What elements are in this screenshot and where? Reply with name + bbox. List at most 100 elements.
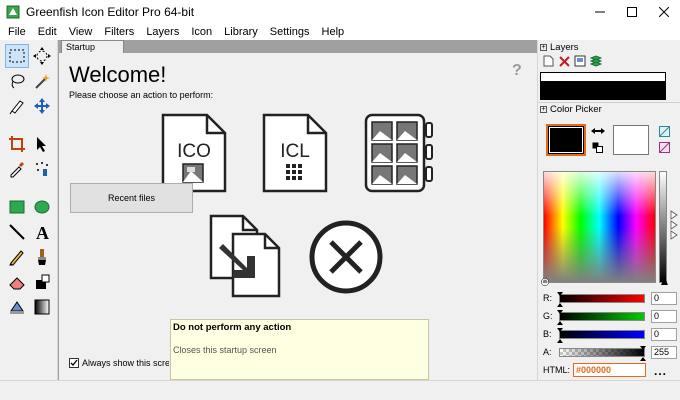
new-layer-button[interactable] — [542, 55, 554, 67]
brush-icon — [38, 249, 46, 265]
menu-filters[interactable]: Filters — [98, 24, 140, 40]
open-file-button[interactable] — [209, 214, 283, 301]
reset-colors-button[interactable] — [592, 142, 603, 156]
color-mode-button[interactable] — [659, 126, 670, 140]
color-spectrum[interactable] — [543, 171, 656, 283]
merge-layers-button[interactable] — [590, 55, 602, 67]
html-color-row: HTML: #000000 — [543, 363, 646, 377]
minimize-button[interactable] — [584, 0, 616, 24]
green-value-input[interactable]: 0 — [651, 309, 677, 323]
brightness-thumb[interactable] — [661, 276, 668, 288]
alpha-slider[interactable] — [559, 345, 646, 361]
color-palette-icon — [659, 142, 670, 153]
spray-tool[interactable] — [30, 157, 54, 181]
red-slider-row: R: 0 — [543, 291, 677, 307]
more-options-button[interactable]: ... — [654, 364, 667, 378]
menu-help[interactable]: Help — [316, 24, 351, 40]
clone-tool[interactable] — [5, 295, 29, 319]
tab-startup-screen[interactable]: Startup screen — [61, 40, 124, 64]
ico-document-icon: ICO — [161, 113, 227, 193]
help-button[interactable]: ? — [511, 61, 525, 80]
spray-icon — [36, 162, 48, 176]
slider-thumb-icon — [557, 327, 563, 343]
green-slider[interactable] — [557, 309, 645, 325]
always-show-label: Always show this screen on startup — [82, 358, 169, 368]
action-tooltip: Do not perform any action Closes this st… — [170, 319, 429, 380]
menu-edit[interactable]: Edit — [32, 24, 63, 40]
alpha-value-input[interactable]: 255 — [651, 345, 677, 359]
green-rectangle-icon — [9, 200, 25, 214]
always-show-checkbox[interactable] — [69, 358, 79, 368]
line-icon — [9, 224, 25, 240]
always-show-option[interactable]: Always show this screen on startup — [69, 358, 169, 368]
pen-tool[interactable] — [5, 94, 29, 118]
move-tool[interactable] — [30, 94, 54, 118]
swap-arrows-icon — [591, 128, 605, 134]
rectangle-tool[interactable] — [5, 195, 29, 219]
menu-view[interactable]: View — [63, 24, 99, 40]
menu-file[interactable]: File — [2, 24, 32, 40]
gradient-tool[interactable] — [30, 295, 54, 319]
eyedropper-tool[interactable] — [5, 157, 29, 181]
tooltip-title: Do not perform any action — [173, 322, 292, 333]
magic-select-tool[interactable] — [30, 44, 54, 68]
alpha-label: A: — [543, 347, 552, 357]
blue-slider-row: B: 0 — [543, 327, 677, 343]
eyedropper-icon — [10, 162, 24, 178]
icl-label: ICL — [280, 141, 310, 162]
open-library-button[interactable] — [364, 113, 436, 196]
brightness-bar[interactable] — [659, 171, 667, 283]
pen-dashed-icon — [9, 100, 24, 115]
brush-tool[interactable] — [30, 245, 54, 269]
color-picker-header[interactable]: + Color Picker — [540, 104, 602, 115]
menu-settings[interactable]: Settings — [264, 24, 316, 40]
stamp-icon — [10, 301, 24, 314]
slider-thumb-icon — [557, 291, 563, 307]
layers-panel-header[interactable]: + Layers — [540, 42, 579, 53]
swap-colors-button[interactable] — [591, 126, 605, 138]
text-tool[interactable]: A — [30, 220, 54, 244]
cancel-button[interactable] — [308, 219, 384, 298]
spectrum-cursor[interactable] — [541, 277, 549, 289]
menu-icon[interactable]: Icon — [185, 24, 218, 40]
ico-label: ICO — [177, 141, 211, 162]
layer-toolbar — [542, 55, 602, 67]
maximize-button[interactable] — [616, 0, 648, 24]
red-slider[interactable] — [557, 291, 645, 307]
eraser-icon — [9, 277, 25, 290]
eraser-tool[interactable] — [5, 270, 29, 294]
layer-properties-button[interactable] — [574, 55, 586, 67]
tooltip-description: Closes this startup screen — [173, 345, 277, 355]
primary-color-swatch[interactable] — [546, 124, 586, 156]
blue-slider[interactable] — [557, 327, 645, 343]
html-color-input[interactable]: #000000 — [573, 363, 646, 377]
lasso-tool[interactable] — [5, 69, 29, 93]
magic-wand-icon — [35, 74, 50, 89]
ellipse-tool[interactable] — [30, 195, 54, 219]
bucket-icon — [36, 274, 50, 289]
brightness-arrows[interactable] — [670, 210, 679, 243]
menu-layers[interactable]: Layers — [140, 24, 185, 40]
rectangle-select-tool[interactable] — [5, 44, 29, 68]
pencil-tool[interactable] — [5, 245, 29, 269]
red-value-input[interactable]: 0 — [651, 291, 677, 305]
color-palette-button[interactable] — [659, 142, 670, 156]
triangle-up-icon — [661, 277, 668, 285]
line-tool[interactable] — [5, 220, 29, 244]
letter-a-icon: A — [36, 223, 49, 241]
secondary-color-swatch[interactable] — [613, 125, 649, 155]
document-area: Startup screen Welcome! Please choose an… — [58, 40, 538, 380]
menu-library[interactable]: Library — [218, 24, 264, 40]
delete-layer-button[interactable] — [558, 55, 570, 67]
blue-value-input[interactable]: 0 — [651, 327, 677, 341]
layer-thumbnail[interactable] — [540, 72, 666, 100]
recent-files-button[interactable]: Recent files — [70, 183, 193, 213]
magic-wand-tool[interactable] — [30, 69, 54, 93]
pointer-tool[interactable] — [30, 132, 54, 156]
new-icl-button[interactable]: ICL — [262, 113, 328, 196]
action-prompt: Please choose an action to perform: — [69, 90, 214, 100]
close-button[interactable] — [648, 0, 680, 24]
fill-tool[interactable] — [30, 270, 54, 294]
crop-tool[interactable] — [5, 132, 29, 156]
color-gradient-icon — [659, 126, 670, 137]
